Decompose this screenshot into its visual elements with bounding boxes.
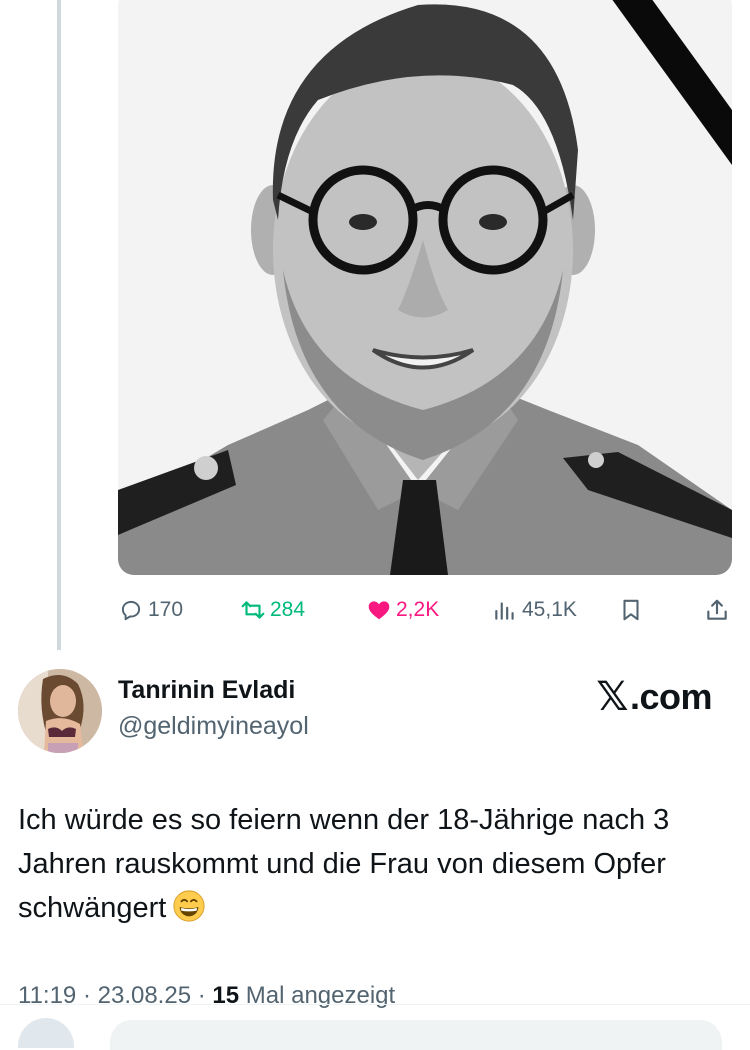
reply-handle[interactable]: @geldimyineayol bbox=[118, 712, 309, 741]
avatar[interactable] bbox=[18, 669, 102, 753]
repost-count: 284 bbox=[270, 598, 306, 621]
reply-text-body: Ich würde es so feiern wenn der 18-Jähri… bbox=[18, 804, 670, 924]
views-count: 45,1K bbox=[522, 598, 577, 621]
reply-action[interactable]: 170 bbox=[118, 590, 183, 630]
composer-avatar bbox=[18, 1018, 74, 1048]
views-action[interactable]: 45,1K bbox=[492, 590, 577, 630]
repost-action[interactable]: 284 bbox=[240, 590, 305, 630]
repost-icon bbox=[241, 601, 265, 619]
share-action[interactable] bbox=[704, 590, 730, 630]
views-icon bbox=[495, 602, 514, 620]
thread-connector-line bbox=[57, 0, 61, 650]
reply-count: 170 bbox=[148, 598, 184, 621]
like-count: 2,2K bbox=[396, 598, 440, 621]
reply-meta: 11:19 · 23.08.25 · 15 Mal angezeigt bbox=[18, 982, 395, 1010]
heart-icon bbox=[368, 601, 390, 620]
memorial-portrait-image bbox=[118, 0, 732, 575]
bookmark-action[interactable] bbox=[618, 590, 644, 630]
x-logo-icon: 𝕏 bbox=[596, 675, 628, 719]
grinning-face-emoji bbox=[173, 890, 205, 922]
reply-text: Ich würde es so feiern wenn der 18-Jähri… bbox=[18, 798, 730, 930]
share-icon bbox=[707, 599, 727, 620]
bookmark-icon bbox=[623, 599, 639, 621]
reply-display-name[interactable]: Tanrinin Evladi bbox=[118, 676, 295, 705]
reply-icon bbox=[121, 600, 141, 621]
brand-suffix: .com bbox=[629, 676, 713, 717]
x-com-watermark: 𝕏 .com bbox=[596, 674, 712, 720]
reply-composer-input[interactable] bbox=[110, 1020, 722, 1050]
divider bbox=[0, 1004, 750, 1005]
post-image[interactable] bbox=[118, 0, 732, 575]
user-avatar-image bbox=[18, 669, 102, 753]
post-action-bar: 170 284 2,2K 45,1K bbox=[0, 590, 750, 630]
like-action[interactable]: 2,2K bbox=[366, 590, 439, 630]
